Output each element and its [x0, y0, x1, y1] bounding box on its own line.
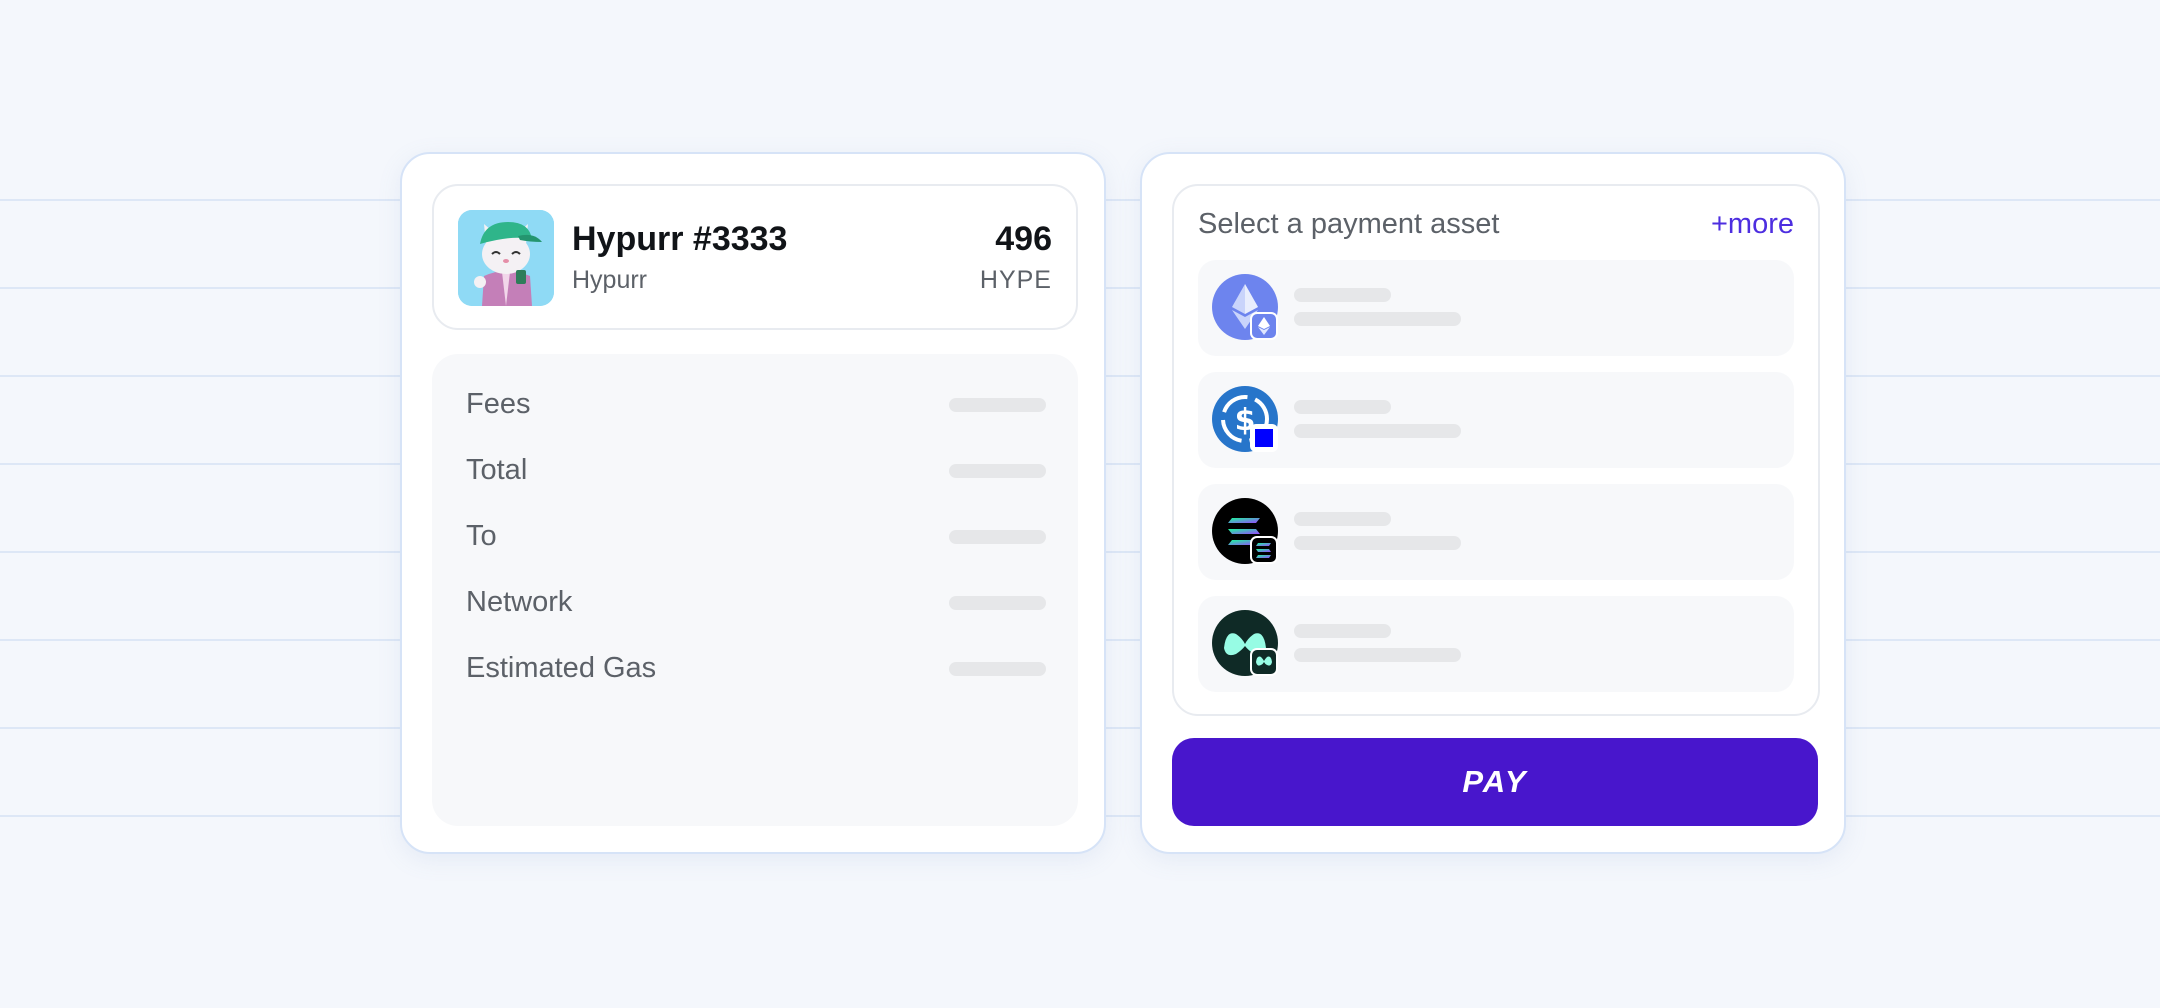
detail-row-to: To — [466, 516, 1046, 556]
pay-button[interactable]: PAY — [1172, 738, 1818, 826]
ethereum-icon — [1212, 274, 1278, 340]
detail-row-estimated-gas: Estimated Gas — [466, 648, 1046, 688]
nft-price: 496 — [995, 220, 1052, 258]
detail-label: Estimated Gas — [466, 652, 657, 684]
hyperliquid-icon — [1212, 610, 1278, 676]
ethereum-badge-icon — [1250, 312, 1278, 340]
payment-asset-selector: Select a payment asset +more $ — [1172, 184, 1820, 716]
value-skeleton — [949, 662, 1046, 676]
payment-asset-header: Select a payment asset — [1198, 208, 1500, 240]
nft-title: Hypurr #3333 — [572, 220, 788, 258]
nft-collection-name: Hypurr — [572, 266, 648, 294]
asset-balance-skeleton — [1294, 648, 1461, 662]
nft-item-card: Hypurr #3333 Hypurr 496 HYPE — [432, 184, 1078, 330]
detail-row-fees: Fees — [466, 384, 1046, 424]
nft-currency: HYPE — [979, 266, 1052, 294]
solana-badge-icon — [1250, 536, 1278, 564]
asset-balance-skeleton — [1294, 424, 1461, 438]
payment-asset-option[interactable] — [1198, 596, 1794, 692]
detail-label: To — [466, 520, 497, 552]
more-assets-link[interactable]: +more — [1711, 208, 1794, 241]
nft-thumbnail — [458, 210, 554, 306]
cat-nft-image — [458, 210, 554, 306]
asset-balance-skeleton — [1294, 312, 1461, 326]
asset-name-skeleton — [1294, 400, 1391, 414]
payment-asset-option[interactable] — [1198, 260, 1794, 356]
detail-row-network: Network — [466, 582, 1046, 622]
asset-balance-skeleton — [1294, 536, 1461, 550]
asset-name-skeleton — [1294, 624, 1391, 638]
detail-label: Network — [466, 586, 573, 618]
order-summary-card: Hypurr #3333 Hypurr 496 HYPE Fees Total … — [400, 152, 1106, 854]
value-skeleton — [949, 398, 1046, 412]
detail-label: Total — [466, 454, 528, 486]
asset-name-skeleton — [1294, 512, 1391, 526]
asset-name-skeleton — [1294, 288, 1391, 302]
payment-asset-option[interactable] — [1198, 484, 1794, 580]
value-skeleton — [949, 596, 1046, 610]
value-skeleton — [949, 464, 1046, 478]
order-details-panel: Fees Total To Network Estimated Gas — [432, 354, 1078, 826]
usdc-icon: $ — [1212, 386, 1278, 452]
square-badge-icon — [1250, 424, 1278, 452]
detail-label: Fees — [466, 388, 531, 420]
payment-card: Select a payment asset +more $ PAY — [1140, 152, 1846, 854]
solana-icon — [1212, 498, 1278, 564]
value-skeleton — [949, 530, 1046, 544]
hyperliquid-badge-icon — [1250, 648, 1278, 676]
detail-row-total: Total — [466, 450, 1046, 490]
payment-asset-option[interactable]: $ — [1198, 372, 1794, 468]
